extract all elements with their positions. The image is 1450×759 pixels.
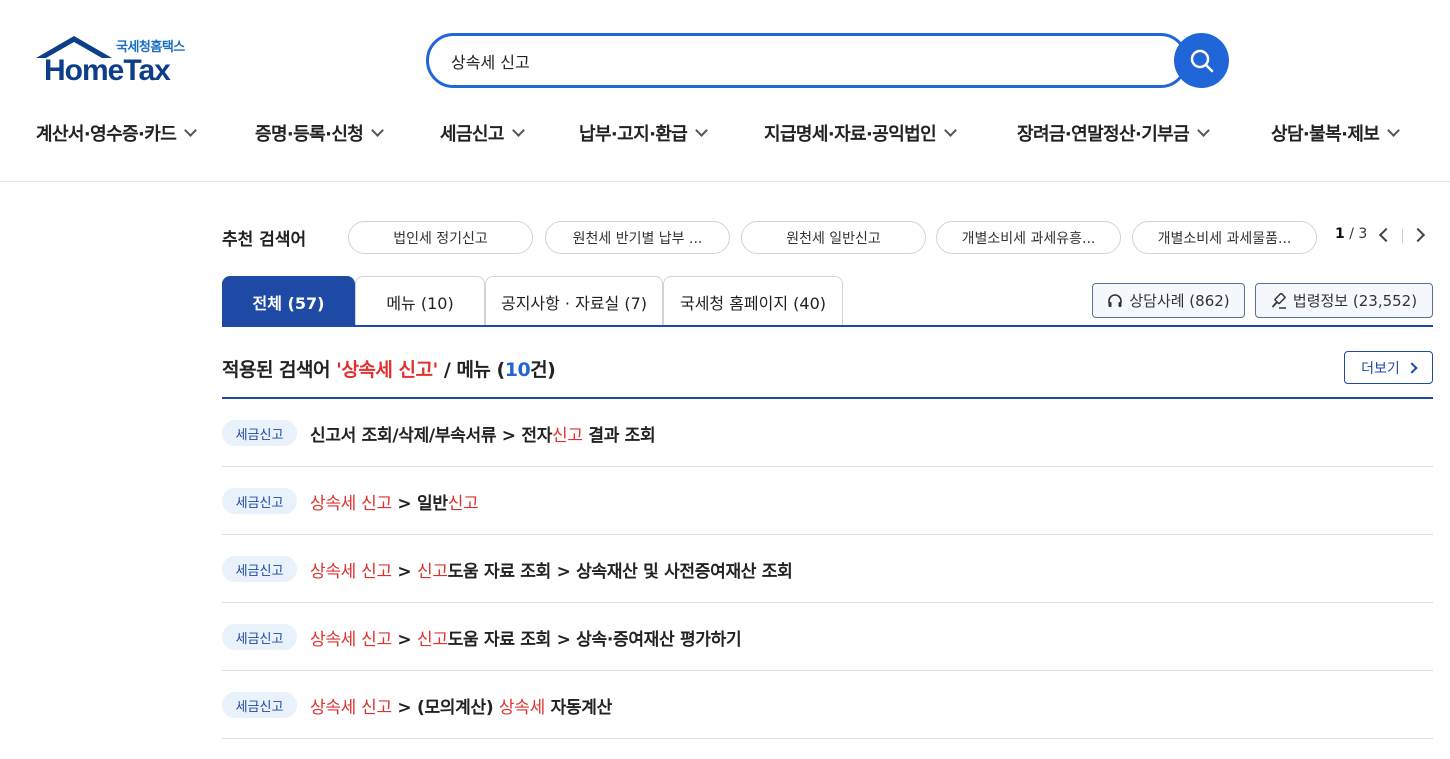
section-title-middle: / 메뉴 (: [437, 359, 505, 381]
nav-item-payment[interactable]: 납부·고지·환급: [579, 120, 709, 146]
more-button[interactable]: 더보기: [1344, 351, 1433, 384]
chevron-down-icon: [944, 124, 957, 137]
result-row[interactable]: 세금신고 신고서 조회/삭제/부속서류 > 전자신고 결과 조회: [222, 399, 1433, 467]
chevron-down-icon: [184, 124, 198, 137]
category-badge: 세금신고: [222, 624, 297, 650]
category-badge: 세금신고: [222, 556, 297, 582]
section-title-count: 10: [504, 359, 531, 381]
nav-item-label: 세금신고: [440, 124, 504, 145]
recommend-label: 추천 검색어: [222, 230, 307, 250]
recommend-chip[interactable]: 개별소비세 과세유흥...: [936, 221, 1121, 254]
more-button-label: 더보기: [1361, 360, 1400, 377]
tab-notice[interactable]: 공지사항 · 자료실 (7): [485, 276, 663, 326]
nav-item-label: 납부·고지·환급: [579, 124, 688, 145]
category-badge: 세금신고: [222, 692, 297, 718]
nav-item-label: 장려금·연말정산·기부금: [1017, 124, 1190, 145]
law-info-button[interactable]: 법령정보 (23,552): [1255, 283, 1433, 318]
logo-english-text: HomeTax: [44, 54, 171, 87]
recommend-chip[interactable]: 개별소비세 과세물품...: [1132, 221, 1317, 254]
search-button[interactable]: [1174, 33, 1229, 88]
chevron-down-icon: [1197, 124, 1210, 137]
highlighted-keyword: 상속세: [498, 698, 545, 718]
result-row[interactable]: 세금신고 상속세 신고 > 신고도움 자료 조회 > 상속재산 및 사전증여재산 …: [222, 535, 1433, 603]
pager-divider: [1402, 229, 1403, 243]
search-input[interactable]: [451, 48, 1151, 74]
highlighted-keyword: 상속세 신고: [310, 630, 392, 650]
highlighted-keyword: 신고: [417, 562, 448, 582]
nav-item-incentive[interactable]: 장려금·연말정산·기부금: [1017, 120, 1210, 146]
nav-item-statement[interactable]: 지급명세·자료·공익법인: [764, 120, 957, 146]
search-box: [426, 33, 1188, 88]
gavel-icon: [1271, 292, 1286, 309]
highlighted-keyword: 신고: [552, 426, 583, 446]
nav-item-label: 상담·불복·제보: [1271, 124, 1380, 145]
chevron-down-icon: [511, 124, 525, 137]
consult-cases-label: 상담사례 (862): [1129, 292, 1230, 310]
highlighted-keyword: 신고: [447, 494, 479, 514]
nav-item-certificate[interactable]: 증명·등록·신청: [255, 120, 385, 146]
nav-item-label: 증명·등록·신청: [255, 124, 364, 145]
tab-underline: [222, 325, 1433, 327]
path-segment: 도움 자료 조회 > 상속·증여재산 평가하기: [447, 630, 742, 650]
chevron-down-icon: [1387, 124, 1401, 137]
section-title-prefix: 적용된 검색어: [222, 359, 337, 381]
path-segment: 결과 조회: [582, 426, 656, 446]
recommend-chip[interactable]: 법인세 정기신고: [348, 221, 533, 254]
result-path-text: 신고서 조회/삭제/부속서류 > 전자신고 결과 조회: [310, 421, 656, 446]
chevron-left-icon[interactable]: [1378, 227, 1394, 243]
result-path-text: 상속세 신고 > 신고도움 자료 조회 > 상속·증여재산 평가하기: [310, 625, 742, 650]
logo-korean-text: 국세청홈택스: [116, 40, 185, 55]
path-segment: 도움 자료 조회 > 상속재산 및 사전증여재산 조회: [447, 562, 793, 582]
recommend-chip[interactable]: 원천세 일반신고: [741, 221, 926, 254]
section-title-keyword: '상속세 신고': [336, 359, 438, 381]
path-segment: 신고서 조회/삭제/부속서류 > 전자: [310, 426, 553, 446]
result-row[interactable]: 세금신고 상속세 신고 > 신고도움 자료 조회 > 상속·증여재산 평가하기: [222, 603, 1433, 671]
path-segment: >: [391, 630, 417, 650]
highlighted-keyword: 상속세 신고: [310, 698, 392, 718]
recommend-pager: 1 / 3: [1335, 226, 1367, 242]
result-path-text: 상속세 신고 > 신고도움 자료 조회 > 상속재산 및 사전증여재산 조회: [310, 557, 793, 582]
search-icon: [1190, 49, 1213, 72]
nav-item-consult[interactable]: 상담·불복·제보: [1271, 120, 1401, 146]
highlighted-keyword: 상속세 신고: [310, 562, 392, 582]
section-title: 적용된 검색어 '상속세 신고' / 메뉴 (10건): [222, 355, 556, 382]
pager-total: / 3: [1344, 226, 1368, 242]
category-badge: 세금신고: [222, 488, 297, 514]
highlighted-keyword: 신고: [417, 630, 448, 650]
nav-item-label: 지급명세·자료·공익법인: [764, 124, 937, 145]
result-path-text: 상속세 신고 > (모의계산) 상속세 자동계산: [310, 693, 612, 718]
path-segment: > 일반: [391, 494, 448, 514]
nav-item-tax-return[interactable]: 세금신고: [440, 120, 525, 146]
path-segment: >: [391, 562, 417, 582]
result-path-text: 상속세 신고 > 일반신고: [310, 489, 479, 514]
tab-nts-homepage[interactable]: 국세청 홈페이지 (40): [663, 276, 843, 326]
chevron-down-icon: [371, 124, 385, 137]
path-segment: > (모의계산): [391, 698, 499, 718]
chevron-right-icon: [1406, 361, 1418, 374]
category-badge: 세금신고: [222, 420, 297, 446]
tab-all[interactable]: 전체 (57): [222, 276, 355, 326]
chevron-right-icon[interactable]: [1410, 227, 1426, 243]
headset-icon: [1108, 293, 1123, 307]
hometax-logo[interactable]: 국세청홈택스 HomeTax: [36, 36, 206, 88]
nav-item-label: 계산서·영수증·카드: [36, 124, 177, 145]
consult-cases-button[interactable]: 상담사례 (862): [1092, 283, 1245, 318]
result-row[interactable]: 세금신고 상속세 신고 > 일반신고: [222, 467, 1433, 535]
main-navigation: 계산서·영수증·카드 증명·등록·신청 세금신고 납부·고지·환급 지급명세·자…: [0, 120, 1450, 154]
chevron-down-icon: [695, 124, 709, 137]
nav-item-invoice[interactable]: 계산서·영수증·카드: [36, 120, 198, 146]
pager-current: 1: [1335, 226, 1345, 242]
header-divider: [0, 181, 1450, 182]
law-info-label: 법령정보 (23,552): [1292, 292, 1418, 310]
highlighted-keyword: 상속세 신고: [310, 494, 392, 514]
tab-menu[interactable]: 메뉴 (10): [355, 276, 485, 326]
section-title-suffix: 건): [530, 359, 556, 381]
path-segment: 자동계산: [544, 698, 613, 718]
result-row[interactable]: 세금신고 상속세 신고 > (모의계산) 상속세 자동계산: [222, 671, 1433, 739]
recommend-chip[interactable]: 원천세 반기별 납부 ...: [545, 221, 730, 254]
